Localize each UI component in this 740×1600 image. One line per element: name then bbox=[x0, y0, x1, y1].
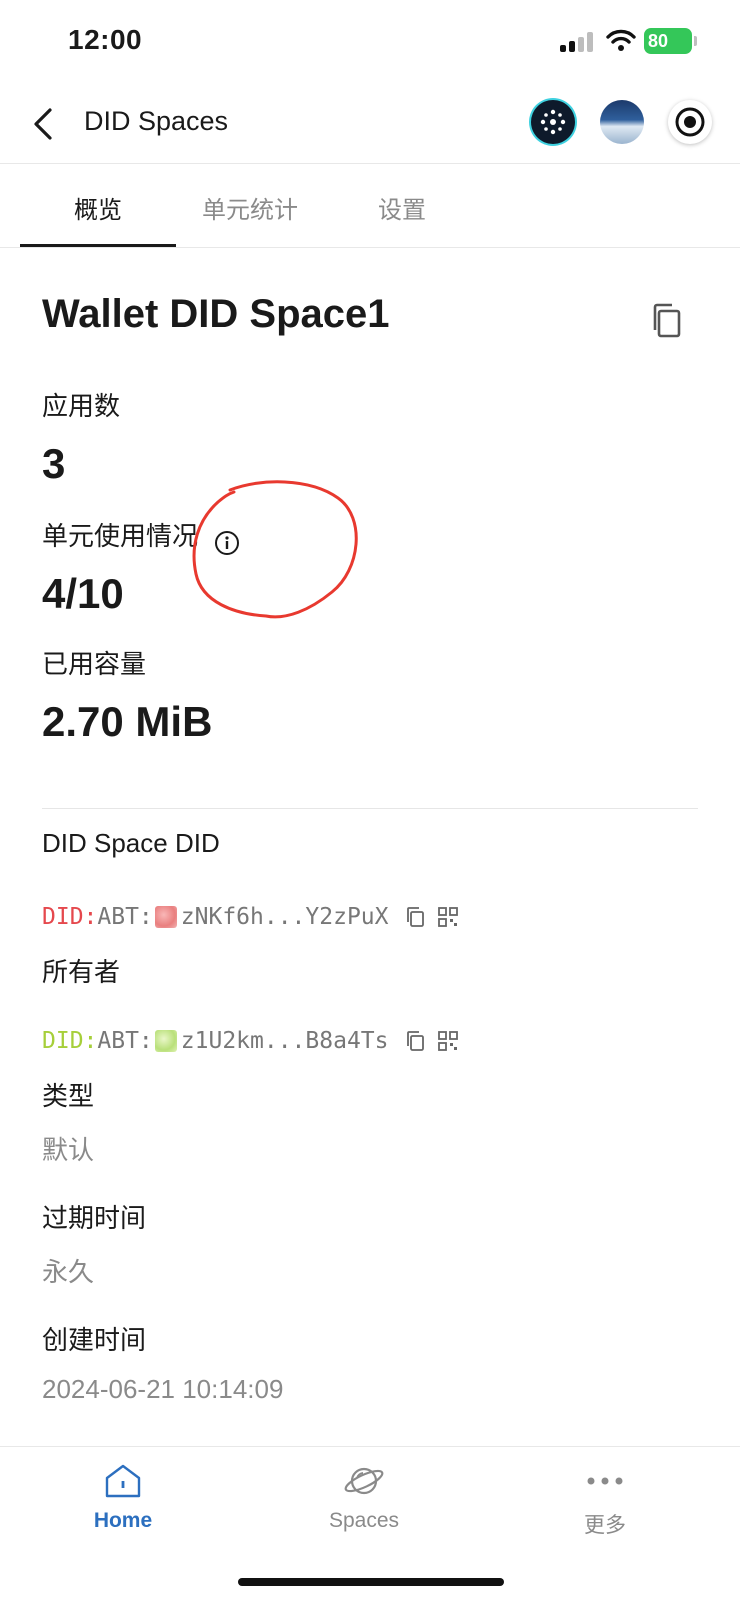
nav-home[interactable]: Home bbox=[63, 1461, 183, 1541]
expiry-label: 过期时间 bbox=[42, 1203, 147, 1233]
copy-icon[interactable] bbox=[405, 906, 427, 928]
space-did-label: DID Space DID bbox=[42, 828, 220, 858]
used-capacity-label: 已用容量 bbox=[42, 649, 147, 679]
unit-usage-value: 4/10 bbox=[42, 570, 124, 617]
space-did-row: DID: ABT: zNKf6h...Y2zPuX bbox=[42, 904, 459, 930]
status-bar: 12:00 80 bbox=[0, 0, 740, 84]
unit-usage-label: 单元使用情况 bbox=[42, 521, 199, 551]
qrcode-icon[interactable] bbox=[437, 906, 459, 928]
did-prefix: DID: bbox=[42, 904, 98, 930]
page-title: DID Spaces bbox=[84, 106, 229, 136]
owner-label: 所有者 bbox=[42, 957, 121, 987]
wifi-icon bbox=[606, 29, 636, 51]
owner-did-row: DID: ABT: z1U2km...B8a4Ts bbox=[42, 1028, 459, 1054]
nav-home-label: Home bbox=[93, 1509, 153, 1532]
used-capacity-value: 2.70 MiB bbox=[42, 698, 213, 745]
space-avatar-icon[interactable] bbox=[600, 100, 644, 144]
tab-unit-stats[interactable]: 单元统计 bbox=[202, 190, 298, 225]
copy-icon[interactable] bbox=[650, 302, 684, 340]
divider bbox=[42, 808, 698, 809]
qrcode-icon[interactable] bbox=[437, 1030, 459, 1052]
battery-level: 80 bbox=[648, 31, 669, 51]
bottom-nav: Home Spaces 更多 bbox=[0, 1446, 740, 1600]
type-label: 类型 bbox=[42, 1081, 95, 1111]
expiry-value: 永久 bbox=[42, 1257, 95, 1287]
battery-icon: 80 bbox=[644, 28, 697, 54]
record-icon[interactable] bbox=[668, 100, 712, 144]
type-value: 默认 bbox=[42, 1135, 95, 1165]
space-did-value[interactable]: zNKf6h...Y2zPuX bbox=[181, 904, 389, 930]
apps-count-value: 3 bbox=[42, 440, 66, 487]
tab-bar: 概览 单元统计 设置 bbox=[0, 164, 740, 248]
did-avatar bbox=[154, 906, 177, 928]
tab-settings[interactable]: 设置 bbox=[378, 190, 426, 225]
created-label: 创建时间 bbox=[42, 1325, 147, 1355]
owner-did-value[interactable]: z1U2km...B8a4Ts bbox=[181, 1028, 389, 1054]
annotation-circle bbox=[192, 480, 358, 619]
did-avatar bbox=[154, 1030, 177, 1052]
home-indicator bbox=[238, 1578, 504, 1586]
wallet-app-icon[interactable] bbox=[531, 100, 575, 144]
copy-icon[interactable] bbox=[405, 1030, 427, 1052]
planet-icon bbox=[344, 1467, 384, 1495]
did-chain: ABT: bbox=[97, 1028, 153, 1054]
apps-count-label: 应用数 bbox=[42, 391, 121, 421]
tab-overview[interactable]: 概览 bbox=[74, 190, 122, 225]
did-prefix: DID: bbox=[42, 1028, 98, 1054]
nav-spaces[interactable]: Spaces bbox=[304, 1461, 424, 1541]
home-icon bbox=[105, 1464, 141, 1498]
tab-indicator bbox=[20, 244, 176, 247]
nav-more[interactable]: 更多 bbox=[545, 1461, 665, 1541]
app-header: DID Spaces bbox=[0, 84, 740, 164]
space-name: Wallet DID Space1 bbox=[42, 292, 390, 336]
more-icon bbox=[587, 1477, 623, 1485]
did-chain: ABT: bbox=[97, 904, 153, 930]
nav-spaces-label: Spaces bbox=[328, 1509, 400, 1532]
status-time: 12:00 bbox=[68, 24, 143, 55]
created-value: 2024-06-21 10:14:09 bbox=[42, 1374, 284, 1404]
back-button[interactable] bbox=[26, 102, 66, 146]
nav-more-label: 更多 bbox=[584, 1514, 626, 1537]
cellular-signal-icon bbox=[560, 32, 596, 52]
